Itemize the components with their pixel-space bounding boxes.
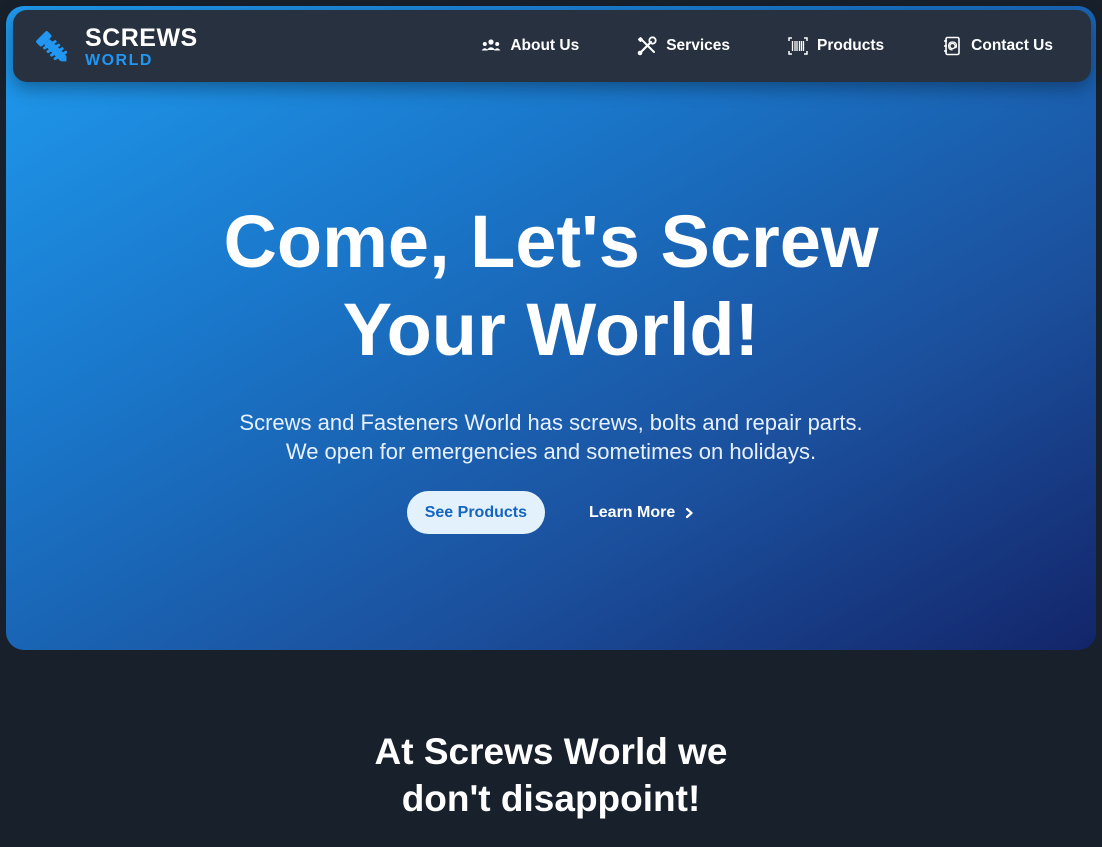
section-title-line-1: At Screws World we [374, 731, 728, 772]
section-title-line-2: don't disappoint! [401, 778, 701, 819]
nav-item-about-us[interactable]: About Us [480, 35, 579, 57]
users-icon [481, 39, 501, 51]
hero-actions: See Products Learn More [0, 491, 1102, 534]
brand-name-bottom: WORLD [85, 52, 153, 69]
learn-more-label: Learn More [589, 503, 676, 521]
see-products-button[interactable]: See Products [406, 491, 545, 534]
screw-icon [36, 30, 68, 61]
address-book-icon [944, 36, 960, 56]
learn-more-link[interactable]: Learn More [589, 504, 695, 522]
hero-subtext: Screws and Fasteners World has screws, b… [0, 408, 1102, 466]
chevron-right-icon [686, 507, 693, 518]
hero-headline-line-1: Come, Let's Screw [223, 200, 879, 283]
nav-item-services[interactable]: Services [636, 35, 730, 57]
section-title: At Screws World we don't disappoint! [0, 728, 1102, 822]
nav-item-label: Contact Us [971, 37, 1053, 54]
hero-subtext-line-2: We open for emergencies and sometimes on… [285, 439, 817, 464]
nav-links: About Us Services Products Contact Us [480, 10, 1053, 82]
hero-subtext-line-1: Screws and Fasteners World has screws, b… [239, 410, 863, 435]
tools-icon [637, 36, 657, 56]
nav-item-label: Products [816, 37, 885, 54]
hero-headline-line-2: Your World! [342, 288, 760, 371]
navbar: SCREWS WORLD About Us Services Products … [13, 10, 1091, 82]
hero-headline: Come, Let's Screw Your World! [0, 198, 1102, 374]
barcode-icon [788, 37, 808, 55]
nav-item-contact-us[interactable]: Contact Us [941, 35, 1053, 57]
brand-logo[interactable]: SCREWS WORLD [33, 26, 198, 69]
nav-item-label: About Us [510, 37, 580, 54]
nav-item-label: Services [666, 37, 730, 54]
nav-item-products[interactable]: Products [787, 35, 884, 57]
brand-name-top: SCREWS [85, 24, 198, 52]
